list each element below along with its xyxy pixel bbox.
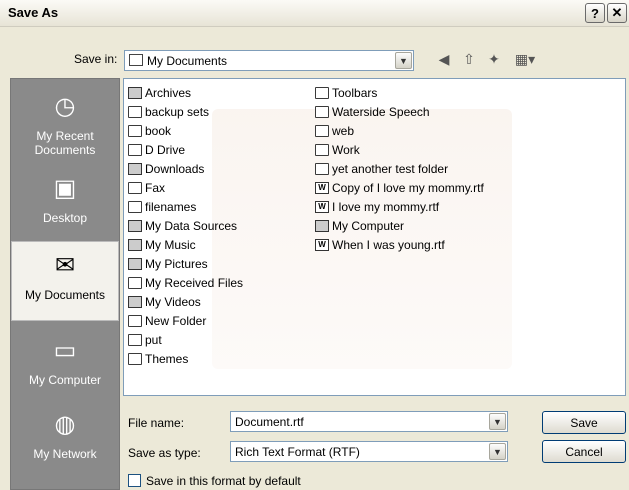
save-as-type-label: Save as type: <box>128 446 201 460</box>
list-item[interactable]: My Received Files <box>128 273 243 292</box>
places-bar: ◷ My Recent Documents ▣ Desktop ✉ My Doc… <box>10 78 120 490</box>
list-item[interactable]: Themes <box>128 349 243 368</box>
folder-icon <box>128 219 142 232</box>
folder-icon <box>315 143 329 156</box>
save-as-type-value: Rich Text Format (RTF) <box>235 445 360 459</box>
folder-icon <box>128 295 142 308</box>
folder-icon <box>128 276 142 289</box>
list-item[interactable]: My Pictures <box>128 254 243 273</box>
save-in-dropdown[interactable]: My Documents ▼ <box>124 50 414 71</box>
list-item[interactable]: My Music <box>128 235 243 254</box>
place-my-network[interactable]: ◍ My Network <box>11 405 119 462</box>
list-item[interactable]: web <box>315 121 484 140</box>
list-item[interactable]: Downloads <box>128 159 243 178</box>
recent-documents-icon: ◷ <box>54 92 76 120</box>
file-list-column-2: Toolbars Waterside Speech web Work yet a… <box>315 83 484 254</box>
file-list-column-1: Archives backup sets book D Drive Downlo… <box>128 83 243 368</box>
folder-icon <box>128 124 142 137</box>
list-item[interactable]: backup sets <box>128 102 243 121</box>
folder-icon <box>315 162 329 175</box>
file-name-value: Document.rtf <box>235 415 304 429</box>
place-my-documents[interactable]: ✉ My Documents <box>11 241 119 321</box>
desktop-icon: ▣ <box>53 174 77 202</box>
list-item[interactable]: My Computer <box>315 216 484 235</box>
my-documents-small-icon <box>129 54 143 66</box>
list-item[interactable]: filenames <box>128 197 243 216</box>
file-name-label: File name: <box>128 416 185 430</box>
folder-icon <box>128 143 142 156</box>
list-item[interactable]: W When I was young.rtf <box>315 235 484 254</box>
my-network-icon: ◍ <box>54 410 76 438</box>
list-item[interactable]: Toolbars <box>315 83 484 102</box>
new-folder-icon[interactable]: ✦ <box>484 49 504 69</box>
place-my-computer[interactable]: ▭ My Computer <box>11 331 119 388</box>
file-list[interactable]: Archives backup sets book D Drive Downlo… <box>123 78 626 396</box>
my-computer-icon <box>315 219 329 232</box>
folder-icon <box>128 86 142 99</box>
save-in-value: My Documents <box>129 54 227 68</box>
list-item[interactable]: Work <box>315 140 484 159</box>
folder-icon <box>128 162 142 175</box>
close-button[interactable]: ✕ <box>607 3 627 23</box>
word-document-icon: W <box>315 200 329 213</box>
list-item[interactable]: My Data Sources <box>128 216 243 235</box>
help-icon: ? <box>591 5 599 21</box>
place-desktop[interactable]: ▣ Desktop <box>11 169 119 226</box>
folder-icon <box>128 257 142 270</box>
default-format-label: Save in this format by default <box>146 474 301 488</box>
folder-icon <box>315 86 329 99</box>
folder-icon <box>128 238 142 251</box>
views-menu-icon[interactable]: ▦▾ <box>510 49 540 69</box>
my-documents-icon: ✉ <box>54 251 76 279</box>
list-item[interactable]: D Drive <box>128 140 243 159</box>
close-icon: ✕ <box>611 5 623 20</box>
back-icon[interactable]: ◀ <box>434 49 454 69</box>
save-button[interactable]: Save <box>542 411 626 434</box>
folder-icon <box>128 333 142 346</box>
default-format-checkbox[interactable] <box>128 474 141 487</box>
list-item[interactable]: W Copy of I love my mommy.rtf <box>315 178 484 197</box>
list-item[interactable]: book <box>128 121 243 140</box>
folder-icon <box>128 314 142 327</box>
folder-icon <box>128 200 142 213</box>
chevron-down-icon[interactable]: ▼ <box>489 413 506 430</box>
save-in-label: Save in: <box>74 52 118 66</box>
list-item[interactable]: New Folder <box>128 311 243 330</box>
folder-icon <box>128 105 142 118</box>
folder-icon <box>128 352 142 365</box>
dialog-title: Save As <box>8 5 59 20</box>
file-name-input[interactable]: Document.rtf ▼ <box>230 411 508 432</box>
chevron-down-icon[interactable]: ▼ <box>395 52 412 69</box>
list-item[interactable]: WI love my mommy.rtf <box>315 197 484 216</box>
up-folder-icon[interactable]: ⇧ <box>460 49 478 69</box>
help-button[interactable]: ? <box>585 3 605 23</box>
list-item[interactable]: My Videos <box>128 292 243 311</box>
chevron-down-icon[interactable]: ▼ <box>489 443 506 460</box>
list-item[interactable]: put <box>128 330 243 349</box>
save-as-type-dropdown[interactable]: Rich Text Format (RTF) ▼ <box>230 441 508 462</box>
cancel-button[interactable]: Cancel <box>542 440 626 463</box>
list-item[interactable]: Waterside Speech <box>315 102 484 121</box>
folder-icon <box>128 181 142 194</box>
list-item[interactable]: Fax <box>128 178 243 197</box>
folder-icon <box>315 105 329 118</box>
list-item[interactable]: yet another test folder <box>315 159 484 178</box>
word-document-icon: W <box>315 181 329 194</box>
list-item[interactable]: Archives <box>128 83 243 102</box>
folder-icon <box>315 124 329 137</box>
my-computer-icon: ▭ <box>53 336 77 364</box>
title-bar: Save As ? ✕ <box>0 0 629 27</box>
place-recent[interactable]: ◷ My Recent Documents <box>11 87 119 158</box>
word-document-icon: W <box>315 238 329 251</box>
